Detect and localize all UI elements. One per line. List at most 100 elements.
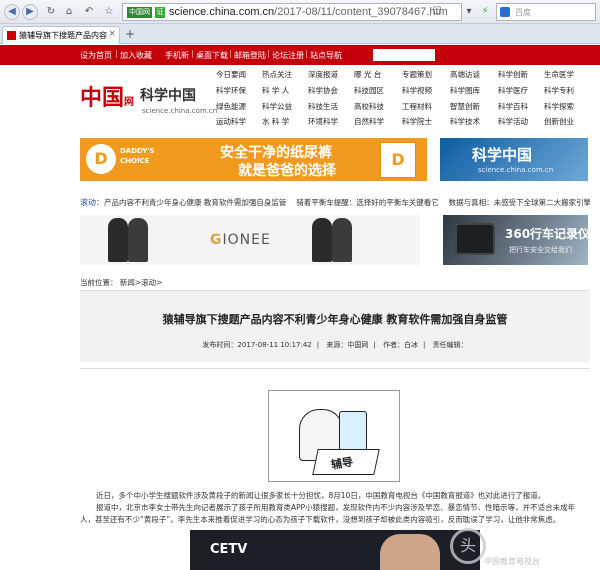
- link-site-nav[interactable]: 站点导航: [310, 50, 342, 61]
- url-text: science.china.com.cn/2017-08/11/content_…: [169, 6, 448, 18]
- link-bookmark[interactable]: 加入收藏: [120, 50, 152, 61]
- product-package-image: D: [380, 142, 416, 178]
- cetv-logo: CETV: [210, 542, 248, 557]
- article-paragraph: 近日，多个中小学生搜题软件涉及黄段子的新闻让很多家长十分担忧，8月10日，中国教…: [96, 491, 546, 500]
- forward-icon[interactable]: ▶: [22, 4, 38, 20]
- model-image: [128, 218, 148, 262]
- nav-link[interactable]: 今日要闻: [216, 69, 246, 80]
- link-mail-login[interactable]: 邮箱登陆: [234, 50, 266, 61]
- ad-slogan-line1: 安全干净的纸尿裤: [220, 145, 332, 161]
- link-set-home[interactable]: 设为首页: [80, 50, 112, 61]
- nav-link[interactable]: 生命医学: [544, 69, 574, 80]
- undo-icon[interactable]: ↶: [82, 5, 96, 19]
- favicon-icon: [7, 31, 16, 40]
- divider: [80, 368, 590, 369]
- nav-link[interactable]: 科学协会: [308, 85, 338, 96]
- nav-link[interactable]: 环境科学: [308, 116, 338, 127]
- article-editor: 责任编辑：: [432, 341, 468, 349]
- search-input[interactable]: 百度: [496, 3, 596, 21]
- divider: |: [267, 49, 270, 58]
- refresh-icon[interactable]: ↻: [44, 5, 58, 19]
- nav-link[interactable]: 曝 光 台: [354, 69, 381, 80]
- divider: |: [115, 49, 118, 58]
- model-image: [108, 218, 128, 262]
- search-placeholder: 百度: [515, 8, 531, 17]
- ad-banner-dashcam[interactable]: 360行车记录仪 把行车安全交给我们: [443, 215, 588, 265]
- link-desktop-download[interactable]: 桌面下载: [196, 50, 228, 61]
- nav-link[interactable]: 水 科 学: [262, 116, 289, 127]
- nav-link[interactable]: 自然科学: [354, 116, 384, 127]
- article-source: 来源：中国网: [326, 341, 369, 349]
- tab-title: 猿辅导旗下搜题产品内容不: [19, 31, 107, 40]
- article-paragraph: 报道中，北京市李女士带先生向记者展示了孩子所用教育类APP小猿搜题，发现软件内不…: [80, 503, 576, 524]
- back-icon[interactable]: ◀: [4, 4, 20, 20]
- ad-brand-logo: D: [86, 144, 116, 174]
- nav-link[interactable]: 科学探索: [544, 101, 574, 112]
- nav-link[interactable]: 高端访谈: [450, 69, 480, 80]
- logo-title: 科学中国: [140, 88, 196, 104]
- nav-link[interactable]: 科 学 人: [262, 85, 289, 96]
- article-author: 作者：白冰: [382, 341, 418, 349]
- nav-link[interactable]: 科学医疗: [498, 85, 528, 96]
- nav-link[interactable]: 科学图库: [450, 85, 480, 96]
- logo-url: science.china.com.cn: [142, 107, 218, 115]
- nav-link[interactable]: 科技生活: [308, 101, 338, 112]
- nav-link[interactable]: 高校科技: [354, 101, 384, 112]
- link-forum-register[interactable]: 论坛注册: [272, 50, 304, 61]
- tab-active[interactable]: 猿辅导旗下搜题产品内容不 ×: [2, 26, 120, 44]
- nav-link[interactable]: 科学视频: [402, 85, 432, 96]
- nav-link[interactable]: 科学技术: [450, 116, 480, 127]
- address-bar[interactable]: 中国网 证 science.china.com.cn/2017-08/11/co…: [122, 3, 462, 21]
- nav-link[interactable]: 绿色能源: [216, 101, 246, 112]
- link-mobile[interactable]: 手机新: [165, 50, 189, 61]
- dropdown-icon[interactable]: ▾: [462, 5, 476, 19]
- nav-link[interactable]: 热点关注: [262, 69, 292, 80]
- reader-icon[interactable]: ☐: [430, 5, 444, 19]
- url-host: science.china.com.cn: [169, 6, 275, 18]
- home-icon[interactable]: ⌂: [62, 5, 76, 19]
- nav-link[interactable]: 创新创业: [544, 116, 574, 127]
- divider: |: [305, 49, 308, 58]
- dashcam-image: [455, 223, 495, 255]
- nav-link[interactable]: 运动科学: [216, 116, 246, 127]
- nav-link[interactable]: 智慧创新: [450, 101, 480, 112]
- nav-link[interactable]: 科学百科: [498, 101, 528, 112]
- watermark: 头 中国教育电视台: [440, 528, 600, 570]
- new-tab-button[interactable]: +: [123, 28, 137, 42]
- nav-link[interactable]: 专题策划: [402, 69, 432, 80]
- ad-dashcam-sub: 把行车安全交给我们: [509, 246, 572, 254]
- ticker-label: 滚动：: [80, 198, 104, 207]
- nav-link[interactable]: 科学创新: [498, 69, 528, 80]
- site-logo[interactable]: 中国网 科学中国 science.china.com.cn: [80, 80, 217, 120]
- ad-banner-gionee[interactable]: GIONEE: [80, 215, 420, 265]
- breadcrumb[interactable]: 当前位置： 新闻>滚动>: [80, 277, 162, 288]
- nav-link[interactable]: 科学环保: [216, 85, 246, 96]
- ad-banner-science[interactable]: 科学中国 science.china.com.cn: [440, 138, 588, 181]
- close-icon[interactable]: ×: [108, 29, 116, 39]
- article-video[interactable]: CETV: [190, 530, 480, 570]
- nav-link[interactable]: 科学活动: [498, 116, 528, 127]
- ticker-text: 产品内容不利青少年身心健康 教育软件需加强自身监管 骑着平衡车提醒：选择好的平衡…: [104, 198, 590, 207]
- article-header: 猿辅导旗下搜题产品内容不利青少年身心健康 教育软件需加强自身监管 发布时间：20…: [80, 290, 590, 362]
- divider: |: [229, 49, 232, 58]
- ad-banner-diaper[interactable]: D DADDY'S CHOICE 安全干净的纸尿裤 就是爸爸的选择 D: [80, 138, 427, 181]
- news-ticker[interactable]: 滚动：产品内容不利青少年身心健康 教育软件需加强自身监管 骑着平衡车提醒：选择好…: [80, 197, 590, 209]
- star-icon[interactable]: ☆: [102, 5, 116, 19]
- site-tag: 中国网: [127, 7, 152, 18]
- nav-link[interactable]: 科学院士: [402, 116, 432, 127]
- bolt-icon[interactable]: ⚡: [478, 5, 492, 19]
- ad-brand-name: DADDY'S CHOICE: [120, 147, 155, 165]
- nav-link[interactable]: 深度报道: [308, 69, 338, 80]
- nav-link[interactable]: 工程材料: [402, 101, 432, 112]
- channel-nav: 今日要闻 热点关注 深度报道 曝 光 台 专题策划 高端访谈 科学创新 生命医学科学环保 科 学…: [212, 69, 600, 129]
- site-search-input[interactable]: [373, 49, 435, 61]
- nav-link[interactable]: 科学专利: [544, 85, 574, 96]
- nav-link[interactable]: 科技园区: [354, 85, 384, 96]
- ad-slogan-line2: 就是爸爸的选择: [238, 163, 336, 179]
- ad-dashcam-title: 360行车记录仪: [505, 227, 588, 241]
- tab-strip: 猿辅导旗下搜题产品内容不 × +: [0, 24, 600, 44]
- phone-icon: [339, 411, 367, 451]
- nav-link[interactable]: 科学公益: [262, 101, 292, 112]
- divider: |: [191, 49, 194, 58]
- site-topbar: 设为首页 | 加入收藏 手机新 | 桌面下载 | 邮箱登陆 | 论坛注册 | 站…: [0, 45, 600, 65]
